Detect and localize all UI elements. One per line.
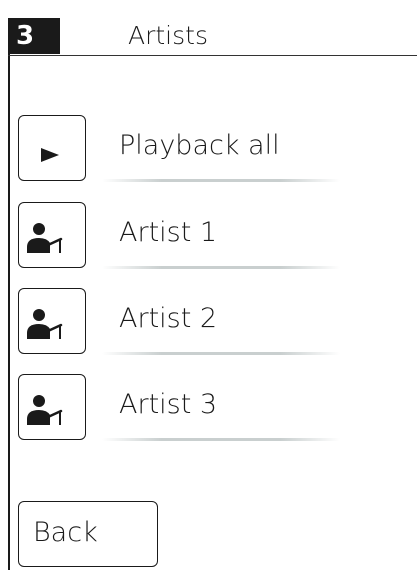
header: 3 Artists	[8, 18, 417, 56]
list-item-artist-3[interactable]: Artist 3	[18, 374, 358, 441]
list-item-label: Artist 3	[119, 389, 218, 420]
list-item-underline	[102, 179, 340, 182]
artist-3-button[interactable]	[18, 374, 86, 440]
back-button[interactable]: Back	[18, 501, 158, 567]
list-item-label: Artist 1	[119, 217, 218, 248]
list-item-underline	[102, 266, 340, 269]
artist-microphone-icon	[27, 395, 63, 425]
artist-microphone-icon	[27, 223, 63, 253]
list-item-artist-1[interactable]: Artist 1	[18, 202, 358, 269]
play-icon	[41, 148, 59, 162]
artist-1-button[interactable]	[18, 202, 86, 268]
screen-number-badge: 3	[8, 18, 60, 54]
list-item-artist-2[interactable]: Artist 2	[18, 288, 358, 355]
list-item-playback-all[interactable]: Playback all	[18, 115, 358, 182]
list-item-underline	[102, 438, 340, 441]
artist-microphone-icon	[27, 309, 63, 339]
screen: 3 Artists Playback all Artist 1 Artist 2…	[0, 0, 417, 570]
list-item-label: Playback all	[119, 130, 280, 161]
playback-all-button[interactable]	[18, 115, 86, 181]
list-item-label: Artist 2	[119, 303, 218, 334]
screen-left-border	[8, 18, 10, 570]
list-item-underline	[102, 352, 340, 355]
page-title: Artists	[128, 21, 208, 50]
header-divider	[8, 55, 417, 56]
artist-2-button[interactable]	[18, 288, 86, 354]
